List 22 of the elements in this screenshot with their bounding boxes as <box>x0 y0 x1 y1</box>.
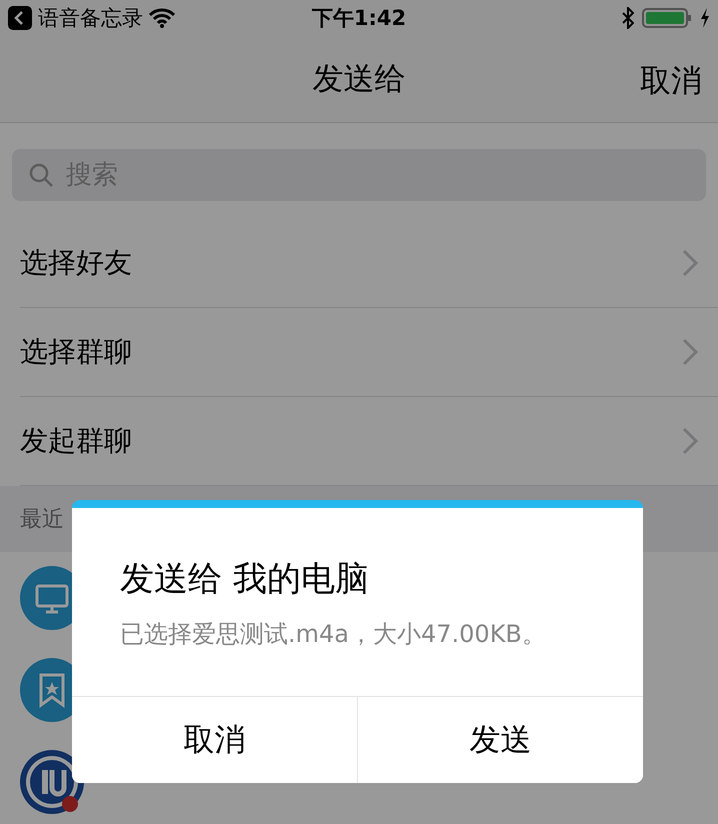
back-app-label[interactable]: 语音备忘录 <box>38 4 143 32</box>
charging-icon <box>700 8 710 28</box>
dialog-message: 已选择爱思测试.m4a，大小47.00KB。 <box>119 619 547 650</box>
battery-icon <box>642 7 692 29</box>
dialog-title: 发送给 我的电脑 <box>119 558 370 601</box>
menu-label: 选择群聊 <box>20 334 132 370</box>
chevron-right-icon <box>682 427 698 455</box>
wifi-icon <box>149 8 175 28</box>
menu-label: 发起群聊 <box>20 423 132 459</box>
status-time: 下午1:42 <box>312 5 406 32</box>
bluetooth-icon <box>622 7 634 29</box>
cancel-button[interactable]: 取消 <box>640 60 702 102</box>
back-icon[interactable] <box>8 6 32 30</box>
section-title: 最近 <box>20 506 64 534</box>
dialog-button[interactable]: 发送 <box>357 697 643 783</box>
search-icon <box>28 162 54 188</box>
menu-row[interactable]: 选择好友 <box>20 219 718 308</box>
menu-label: 选择好友 <box>20 245 132 281</box>
menu-row[interactable]: 选择群聊 <box>20 308 718 397</box>
nav-title: 发送给 <box>312 60 406 99</box>
chevron-right-icon <box>682 249 698 277</box>
chevron-right-icon <box>682 338 698 366</box>
